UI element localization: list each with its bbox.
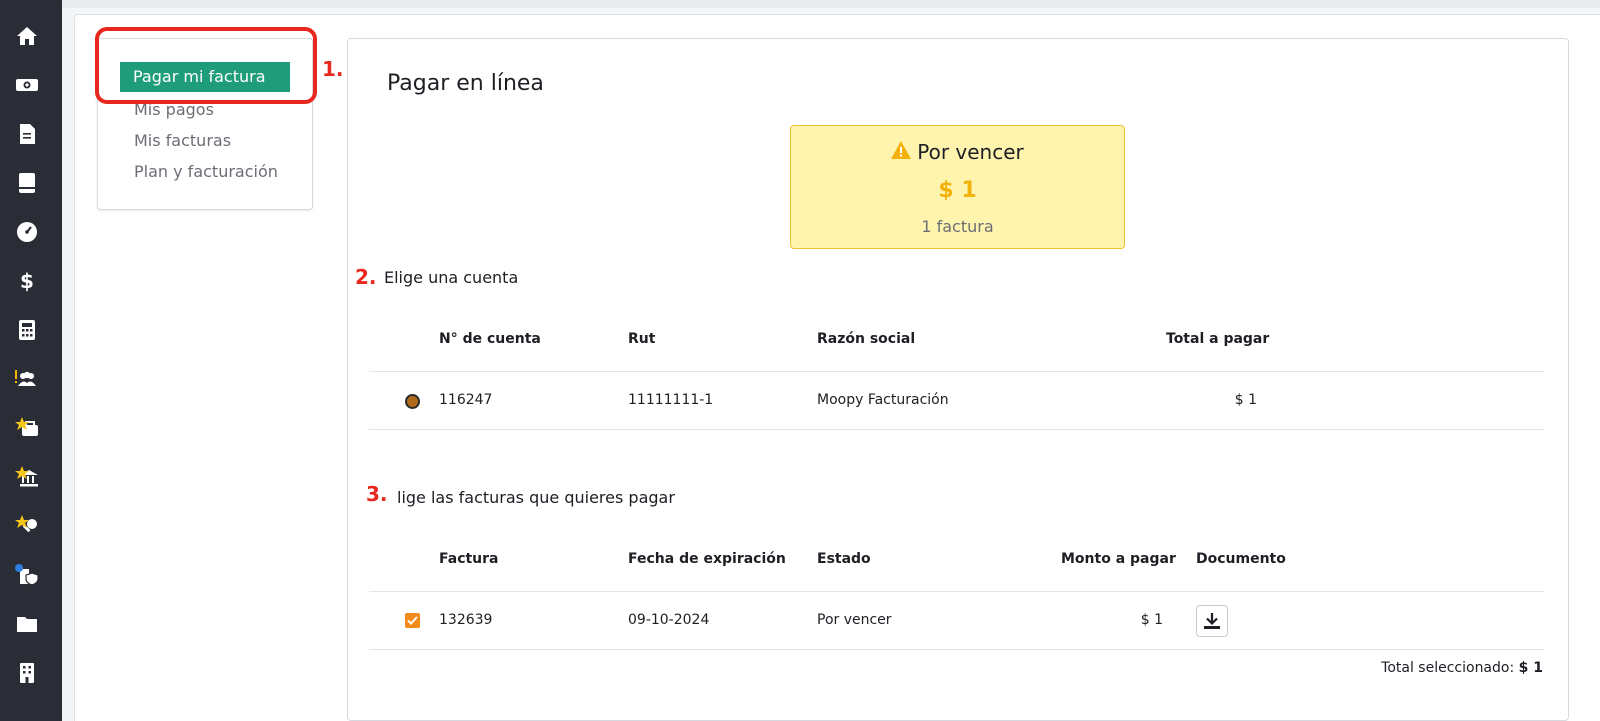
annotation-step-2: 2. [355,265,377,289]
icon-sidebar: $ [0,0,62,721]
star-key-icon[interactable] [12,511,42,541]
table-divider [369,649,1544,650]
home-icon[interactable] [12,21,42,51]
download-button[interactable] [1196,605,1228,637]
column-header-rut: Rut [628,331,656,347]
accounts-section-title: Elige una cuenta [384,268,519,287]
account-business-name: Moopy Facturación [817,392,949,408]
users-alert-icon[interactable] [12,364,42,394]
column-header-expiry: Fecha de expiración [628,551,786,567]
column-header-amount: Monto a pagar [1061,551,1176,567]
column-header-invoice: Factura [439,551,499,567]
summary-amount: $ 1 [938,178,977,203]
building-icon[interactable] [12,658,42,688]
annotation-step-3: 3. [366,482,388,506]
total-selected-value: $ 1 [1518,660,1543,676]
download-icon [1204,613,1220,629]
table-divider [369,591,1544,592]
column-header-status: Estado [817,551,871,567]
folder-icon[interactable] [12,609,42,639]
invoice-status: Por vencer [817,612,892,628]
invoice-number: 132639 [439,612,493,628]
warning-icon [891,140,912,164]
account-total: $ 1 [1234,392,1257,408]
top-strip [62,0,1600,8]
total-selected: Total seleccionado: $ 1 [1381,660,1543,676]
table-divider [369,371,1544,372]
dollar-icon[interactable]: $ [12,266,42,296]
star-briefcase-icon[interactable] [12,413,42,443]
total-selected-label: Total seleccionado: [1381,660,1515,676]
page-title: Pagar en línea [387,71,544,96]
account-number: 116247 [439,392,493,408]
calculator-icon[interactable] [12,315,42,345]
column-header-total: Total a pagar [1166,331,1270,347]
dashboard-icon[interactable] [12,217,42,247]
money-icon[interactable] [12,70,42,100]
check-icon [407,616,418,625]
due-summary-card[interactable]: Por vencer $ 1 1 factura [790,125,1125,249]
column-header-business-name: Razón social [817,331,916,347]
menu-item-plan-facturacion[interactable]: Plan y facturación [134,162,278,181]
document-icon[interactable] [12,119,42,149]
shield-building-icon[interactable] [12,560,42,590]
summary-status: Por vencer [917,140,1024,164]
account-rut: 11111111-1 [628,392,714,408]
invoice-amount: $ 1 [1140,612,1163,628]
column-header-document: Documento [1196,551,1286,567]
annotation-step-1: 1. [322,57,344,81]
menu-item-mis-facturas[interactable]: Mis facturas [134,131,231,150]
table-divider [369,429,1544,430]
invoice-expiry-date: 09-10-2024 [628,612,710,628]
book-icon[interactable] [12,168,42,198]
column-header-account: N° de cuenta [439,331,541,347]
svg-text:$: $ [20,269,34,293]
menu-item-mis-pagos[interactable]: Mis pagos [134,100,214,119]
summary-invoice-count: 1 factura [921,217,994,236]
invoices-section-title: lige las facturas que quieres pagar [397,488,675,507]
invoice-checkbox[interactable] [405,613,420,628]
account-radio[interactable] [405,394,420,409]
menu-item-pagar-mi-factura[interactable]: Pagar mi factura [120,62,290,92]
star-bank-icon[interactable] [12,462,42,492]
